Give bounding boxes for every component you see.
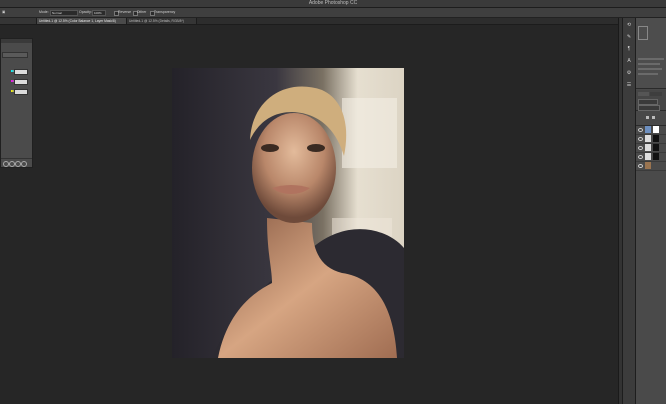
preset-dropdown[interactable] <box>2 52 28 58</box>
layer-mask <box>653 135 659 142</box>
layer-lock-row <box>636 111 666 126</box>
title-bar: Adobe Photoshop CC <box>0 0 666 8</box>
layer-mask <box>653 144 659 151</box>
tab-channels[interactable] <box>650 92 662 96</box>
tool-preset-icon[interactable]: ▣ <box>2 8 5 17</box>
slider-row <box>1 67 32 75</box>
info-panel <box>636 18 666 89</box>
reverse-label: Reverse <box>118 10 132 14</box>
face <box>252 113 336 223</box>
window-title: Adobe Photoshop CC <box>308 0 358 6</box>
right-panel <box>635 18 666 404</box>
eye-icon[interactable] <box>638 155 643 159</box>
layer-mask <box>653 126 659 133</box>
canvas-image[interactable] <box>172 68 404 358</box>
brush-icon[interactable]: ✎ <box>626 34 632 40</box>
eye-icon[interactable] <box>638 146 643 150</box>
mode-select[interactable]: Normal <box>50 10 78 16</box>
paragraph-icon[interactable]: ¶ <box>626 46 632 52</box>
options-bar: ▣ Mode: Normal Opacity: 100% Reverse Dit… <box>0 8 666 18</box>
document-tabs: Untitled-1 @ 12.5% (Color Balance 1, Lay… <box>0 18 618 25</box>
settings-icon[interactable]: ⚙ <box>626 70 632 76</box>
folder-icon <box>645 144 651 151</box>
value-field[interactable] <box>14 69 28 75</box>
eye-icon[interactable] <box>638 137 643 141</box>
info-row <box>638 68 662 70</box>
slider-row <box>1 87 32 95</box>
panel-header[interactable] <box>1 39 32 43</box>
lock-icon[interactable] <box>646 116 649 119</box>
layers-header <box>636 90 666 111</box>
value-field[interactable] <box>14 79 28 85</box>
color-sampler[interactable] <box>638 26 648 40</box>
lock-icon[interactable] <box>652 116 655 119</box>
info-row <box>638 58 664 60</box>
right-eye <box>307 144 325 152</box>
panel-footer <box>1 158 32 168</box>
history-icon[interactable]: ⟲ <box>626 22 632 28</box>
tab-document-3[interactable]: Untitled-1 @ 12.5% (Details, RGB/8*) <box>127 18 197 24</box>
transparency-label: Transparency <box>154 10 176 14</box>
opacity-field[interactable]: 100% <box>92 10 106 16</box>
info-row <box>638 73 658 75</box>
delete-icon[interactable] <box>21 161 27 167</box>
layers-list <box>636 125 666 205</box>
slider-row <box>1 77 32 85</box>
left-eye <box>261 144 279 152</box>
mode-label: Mode: <box>39 10 49 14</box>
eye-icon[interactable] <box>638 164 643 168</box>
character-icon[interactable]: A <box>626 58 632 64</box>
value-field[interactable] <box>14 89 28 95</box>
layer-thumbnail <box>645 126 651 133</box>
window-light <box>342 98 397 168</box>
layer-mask <box>653 153 659 160</box>
folder-icon <box>645 135 651 142</box>
tab-document-1[interactable] <box>0 18 37 24</box>
adjustment-panel <box>0 38 33 168</box>
info-row <box>638 63 660 65</box>
background-layer-thumbnail <box>645 162 651 169</box>
layer-row[interactable] <box>636 161 666 171</box>
dither-label: Dither <box>137 10 147 14</box>
properties-icon[interactable]: ☰ <box>626 82 632 88</box>
tab-layers[interactable] <box>638 92 649 96</box>
eye-icon[interactable] <box>638 128 643 132</box>
tab-document-2[interactable]: Untitled-1 @ 12.5% (Color Balance 1, Lay… <box>37 18 127 24</box>
opacity-label: Opacity: <box>79 10 92 14</box>
folder-icon <box>645 153 651 160</box>
panel-icon-strip: ⟲ ✎ ¶ A ⚙ ☰ <box>622 18 635 404</box>
